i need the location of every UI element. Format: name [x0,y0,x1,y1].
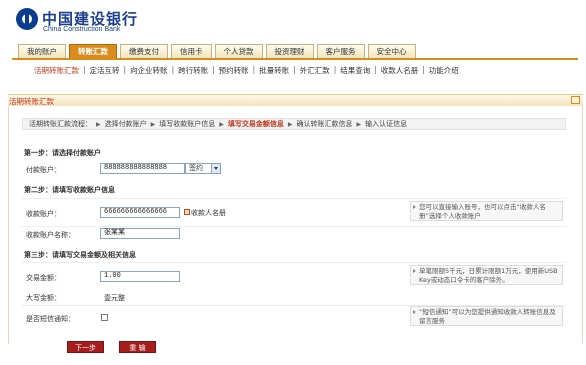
reset-button[interactable]: 重 输 [119,341,156,353]
tab-divider [12,58,578,60]
tab-security-center[interactable]: 安全中心 [367,44,416,58]
tab-investment[interactable]: 投资理财 [265,44,314,58]
flow-prefix: 活期转账汇款流程： [29,120,92,128]
uppercase-amount-label: 大写金额： [26,294,61,302]
subnav-current-transfer[interactable]: 活期转账汇款 [34,65,79,76]
ccb-logo-icon [16,8,38,30]
arrow-icon: ▶ [287,121,293,128]
subnav-to-enterprise[interactable]: 向企业转账 [130,65,168,76]
tab-personal-loan[interactable]: 个人贷款 [214,44,263,58]
pay-account-field[interactable]: 888888888888888 [100,163,185,174]
payee-hint-text: 您可以直接输入账号，也可以点击“收款人名册”选择个人收款账户 [419,203,546,220]
sub-nav: 活期转账汇款 | 定活互转 | 向企业转账 | 跨行转账 | 预约转账 | 批量转账 | 外… [34,65,459,76]
step3-title: 第三步：请填写交易金额及相关信息 [24,251,136,259]
subnav-forex[interactable]: 外汇汇款 [300,65,330,76]
header: 中国建设银行 China Construction Bank [0,0,586,46]
sms-hint-text: “短信通知”可以为您提供通知收款人转账信息及留言服务 [419,308,556,325]
subnav-scheduled[interactable]: 预约转账 [219,65,249,76]
account-type-select[interactable]: 签约 [185,163,221,174]
payee-account-input[interactable]: 666666666666666 [100,207,180,218]
chevron-down-icon[interactable] [211,164,220,173]
step1-title: 第一步：请选择付款账户 [24,149,101,157]
pay-account-label: 付款账户： [26,166,61,174]
sms-label: 是否短信通知： [26,315,75,323]
payee-name-input[interactable]: 张某某 [100,228,180,239]
triangle-icon [413,269,416,273]
flow-step-5: 输入认证信息 [365,120,408,128]
subnav-payee-book[interactable]: 收款人名册 [381,65,419,76]
payee-name-label: 收款账户名称： [26,231,75,239]
amount-hint: 单笔限额5千元，日累计限额1万元，使用新USB Key或动态口令卡的客户除外。 [410,265,563,285]
subnav-batch[interactable]: 批量转账 [259,65,289,76]
account-type-value: 签约 [189,164,203,172]
amount-label: 交易金额： [26,274,61,282]
amount-hint-text: 单笔限额5千元，日累计限额1万元，使用新USB Key或动态口令卡的客户除外。 [419,267,558,284]
tab-transfer[interactable]: 转账汇款 [69,44,117,58]
sms-hint: “短信通知”可以为您提供通知收款人转账信息及留言服务 [410,306,563,326]
triangle-icon [413,310,416,314]
tab-credit-card[interactable]: 信用卡 [171,44,212,58]
arrow-icon: ▶ [150,121,156,128]
subnav-result-query[interactable]: 结果查询 [340,65,370,76]
payee-hint: 您可以直接输入账号，也可以点击“收款人名册”选择个人收款账户 [410,201,563,221]
uppercase-amount-value: 壹元整 [104,294,125,302]
tab-my-account[interactable]: 我的账户 [18,44,66,58]
tab-customer-service[interactable]: 客户服务 [316,44,365,58]
payee-book-link[interactable]: 收款人名册 [191,208,226,218]
panel-window-icon[interactable] [571,96,580,104]
flow-step-3: 填写交易金额信息 [227,120,284,128]
triangle-icon [413,205,416,209]
arrow-icon: ▶ [219,121,224,128]
next-button[interactable]: 下一步 [67,341,104,353]
arrow-icon: ▶ [356,121,362,128]
main-tabs: 我的账户 转账汇款 缴费支付 信用卡 个人贷款 投资理财 客户服务 安全中心 [18,44,419,58]
subnav-interbank[interactable]: 跨行转账 [178,65,208,76]
panel-title-bar [8,94,583,106]
brand-name-en: China Construction Bank [43,26,121,33]
subnav-fixed-current[interactable]: 定活互转 [90,65,120,76]
address-book-icon[interactable] [184,209,190,215]
subnav-intro[interactable]: 功能介绍 [429,65,459,76]
flow-step-4: 确认转账汇款信息 [296,120,353,128]
flow-step-1: 选择付款账户 [104,120,147,128]
sms-checkbox[interactable] [101,314,108,321]
flow-breadcrumb: 活期转账汇款流程： ▶ 选择付款账户 ▶ 填写收款账户信息 ▶ 填写交易金额信息 ▶ 确认转账汇… [22,118,566,130]
step2-title: 第二步：请填写收款账户信息 [24,186,115,194]
arrow-icon: ▶ [96,121,101,128]
tab-payment[interactable]: 缴费支付 [120,44,168,58]
amount-input[interactable]: 1.00 [100,271,180,282]
flow-step-2: 填写收款账户信息 [159,120,216,128]
payee-account-label: 收款账户： [26,210,61,218]
